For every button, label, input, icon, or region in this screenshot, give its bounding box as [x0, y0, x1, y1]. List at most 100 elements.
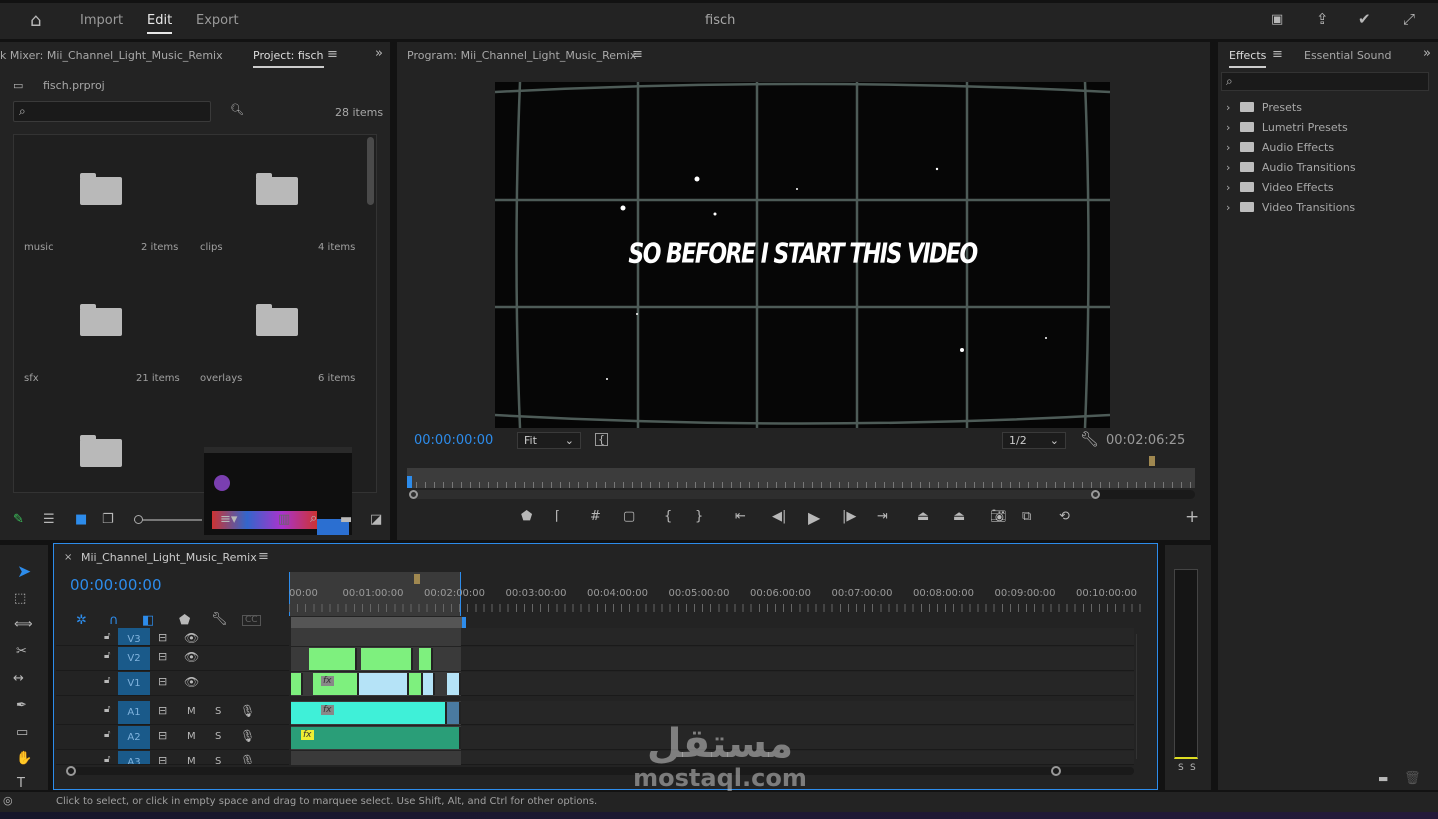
track-target[interactable]: V2: [118, 647, 150, 670]
panel-menu-icon[interactable]: ≡: [327, 48, 338, 61]
check-circle-icon[interactable]: ✔: [1358, 12, 1371, 27]
track-header[interactable]: 🔓︎ A2 ⊟ M S 🎙︎: [56, 726, 289, 750]
razor-icon[interactable]: ✂: [16, 645, 27, 658]
tab-effects[interactable]: Effects: [1229, 49, 1267, 68]
find-bin-icon[interactable]: 🔍︎: [230, 104, 244, 115]
vertical-scrollbar[interactable]: [1136, 634, 1146, 759]
clip[interactable]: [447, 673, 461, 695]
track-header[interactable]: 🔓︎ V1 ⊟ 👁︎: [56, 672, 289, 696]
scrollbar[interactable]: [367, 137, 374, 205]
effects-item[interactable]: › Lumetri Presets: [1226, 121, 1348, 134]
lift-icon[interactable]: ⏏: [917, 510, 929, 523]
fx-badge[interactable]: fx: [301, 730, 314, 740]
lock-icon[interactable]: 🔓︎: [104, 730, 110, 740]
pencil-icon[interactable]: ✎: [13, 513, 24, 526]
nav-export[interactable]: Export: [196, 13, 239, 28]
folder-icon[interactable]: [80, 435, 122, 467]
overflow-icon[interactable]: »: [1423, 47, 1431, 60]
horizontal-scrollbar[interactable]: [66, 766, 1134, 776]
video-frame[interactable]: SO BEFORE I START THIS VIDEO: [495, 82, 1110, 428]
clip[interactable]: [309, 648, 357, 670]
search-input[interactable]: ⌕: [13, 101, 211, 122]
wrench-icon[interactable]: 🔧︎: [211, 613, 228, 626]
solo-button[interactable]: S: [215, 732, 221, 742]
tab-project[interactable]: Project: fisch: [253, 49, 324, 68]
clip[interactable]: [291, 702, 447, 724]
new-bin-icon[interactable]: ▬: [340, 513, 352, 526]
timeline-ruler[interactable]: 00:00 00:01:00:00 00:02:00:00 00:03:00:00 00…: [289, 572, 1149, 616]
tab-audio-mixer[interactable]: k Mixer: Mii_Channel_Light_Music_Remix: [0, 49, 223, 62]
icon-view-icon[interactable]: ■: [75, 513, 87, 526]
pen-tool-icon[interactable]: ✒: [16, 699, 27, 712]
step-back-icon[interactable]: ◀|: [772, 510, 786, 523]
share-icon[interactable]: ⇪: [1316, 12, 1329, 27]
track-header[interactable]: 🔓︎ V2 ⊟ 👁︎: [56, 647, 289, 671]
proxy-toggle-icon[interactable]: ⟲: [1059, 510, 1070, 523]
lock-icon[interactable]: 🔓︎: [104, 705, 110, 715]
clip[interactable]: [291, 727, 461, 749]
playhead-marker[interactable]: [407, 476, 412, 488]
zoom-level-select[interactable]: Fit ⌄: [517, 432, 581, 449]
add-marker-icon[interactable]: ⬟: [521, 510, 532, 523]
solo-button[interactable]: S: [215, 757, 221, 765]
settings-bracket-icon[interactable]: {: [595, 433, 608, 446]
lock-icon[interactable]: 🔓︎: [104, 755, 110, 765]
clip[interactable]: [409, 673, 423, 695]
captions-icon[interactable]: CC: [242, 615, 261, 626]
track-target[interactable]: A3: [118, 751, 150, 764]
new-bin-icon[interactable]: ▬: [1378, 773, 1388, 784]
sync-lock-icon[interactable]: ⊟: [158, 755, 167, 764]
track-header[interactable]: 🔓︎ A3 ⊟ M S 🎙︎: [56, 751, 289, 765]
clip[interactable]: [447, 702, 461, 724]
program-time-ruler[interactable]: [407, 468, 1195, 488]
rectangle-tool-icon[interactable]: ▭: [16, 726, 28, 739]
fx-badge[interactable]: fx: [321, 676, 334, 686]
zoom-slider[interactable]: [134, 515, 202, 524]
eye-icon[interactable]: 👁︎: [184, 651, 199, 663]
track-header[interactable]: 🔓︎ A1 ⊟ M S 🎙︎: [56, 701, 289, 725]
overflow-icon[interactable]: »: [375, 47, 383, 60]
mute-button[interactable]: M: [187, 707, 196, 717]
hand-tool-icon[interactable]: ✋: [16, 752, 32, 765]
panel-menu-icon[interactable]: ≡: [258, 550, 269, 563]
clip[interactable]: [423, 673, 435, 695]
sync-lock-icon[interactable]: ⊟: [158, 632, 167, 643]
quick-export-icon[interactable]: ▣: [1271, 13, 1283, 26]
folder-up-icon[interactable]: ▭: [13, 80, 23, 91]
nest-icon[interactable]: ✲: [76, 614, 87, 627]
lock-icon[interactable]: 🔓︎: [104, 632, 110, 642]
clip[interactable]: [419, 648, 433, 670]
resolution-select[interactable]: 1/2 ⌄: [1002, 432, 1066, 449]
sync-lock-icon[interactable]: ⊟: [158, 705, 167, 716]
track-header[interactable]: 🔓︎ V3 ⊟ 👁︎: [56, 628, 289, 646]
clip[interactable]: [291, 673, 303, 695]
clip[interactable]: [361, 648, 413, 670]
list-view-icon[interactable]: ☰: [43, 513, 55, 526]
playhead-timecode[interactable]: 00:00:00:00: [414, 433, 493, 448]
effects-item[interactable]: › Audio Transitions: [1226, 161, 1356, 174]
sync-lock-icon[interactable]: ⊟: [158, 730, 167, 741]
sync-lock-icon[interactable]: ⊟: [158, 651, 167, 662]
mark-in-icon[interactable]: ⌈: [555, 510, 560, 523]
sequence-tab[interactable]: Mii_Channel_Light_Music_Remix: [81, 551, 257, 564]
microphone-icon[interactable]: 🎙︎: [240, 730, 255, 742]
track-lane[interactable]: fx: [291, 672, 1134, 696]
find-icon[interactable]: ⌕: [310, 512, 317, 525]
automate-icon[interactable]: ▥: [278, 513, 290, 526]
slip-tool-icon[interactable]: ↔: [13, 672, 24, 685]
new-item-icon[interactable]: ◪: [370, 513, 382, 526]
home-icon[interactable]: ⌂: [30, 12, 41, 30]
trash-icon[interactable]: 🗑︎: [1404, 772, 1421, 785]
clip[interactable]: [313, 673, 359, 695]
mute-button[interactable]: M: [187, 757, 196, 765]
comparison-view-icon[interactable]: ⧉: [1022, 510, 1031, 523]
eye-icon[interactable]: 👁︎: [184, 632, 199, 644]
effects-item[interactable]: › Presets: [1226, 101, 1302, 114]
sync-lock-icon[interactable]: ⊟: [158, 676, 167, 687]
track-target[interactable]: A1: [118, 701, 150, 724]
ripple-edit-icon[interactable]: ⟺: [14, 618, 33, 631]
sort-icon[interactable]: ≡▾: [220, 513, 237, 526]
track-target[interactable]: V3: [118, 628, 150, 645]
go-to-in-icon[interactable]: ⇤: [735, 510, 746, 523]
effects-item[interactable]: › Audio Effects: [1226, 141, 1334, 154]
